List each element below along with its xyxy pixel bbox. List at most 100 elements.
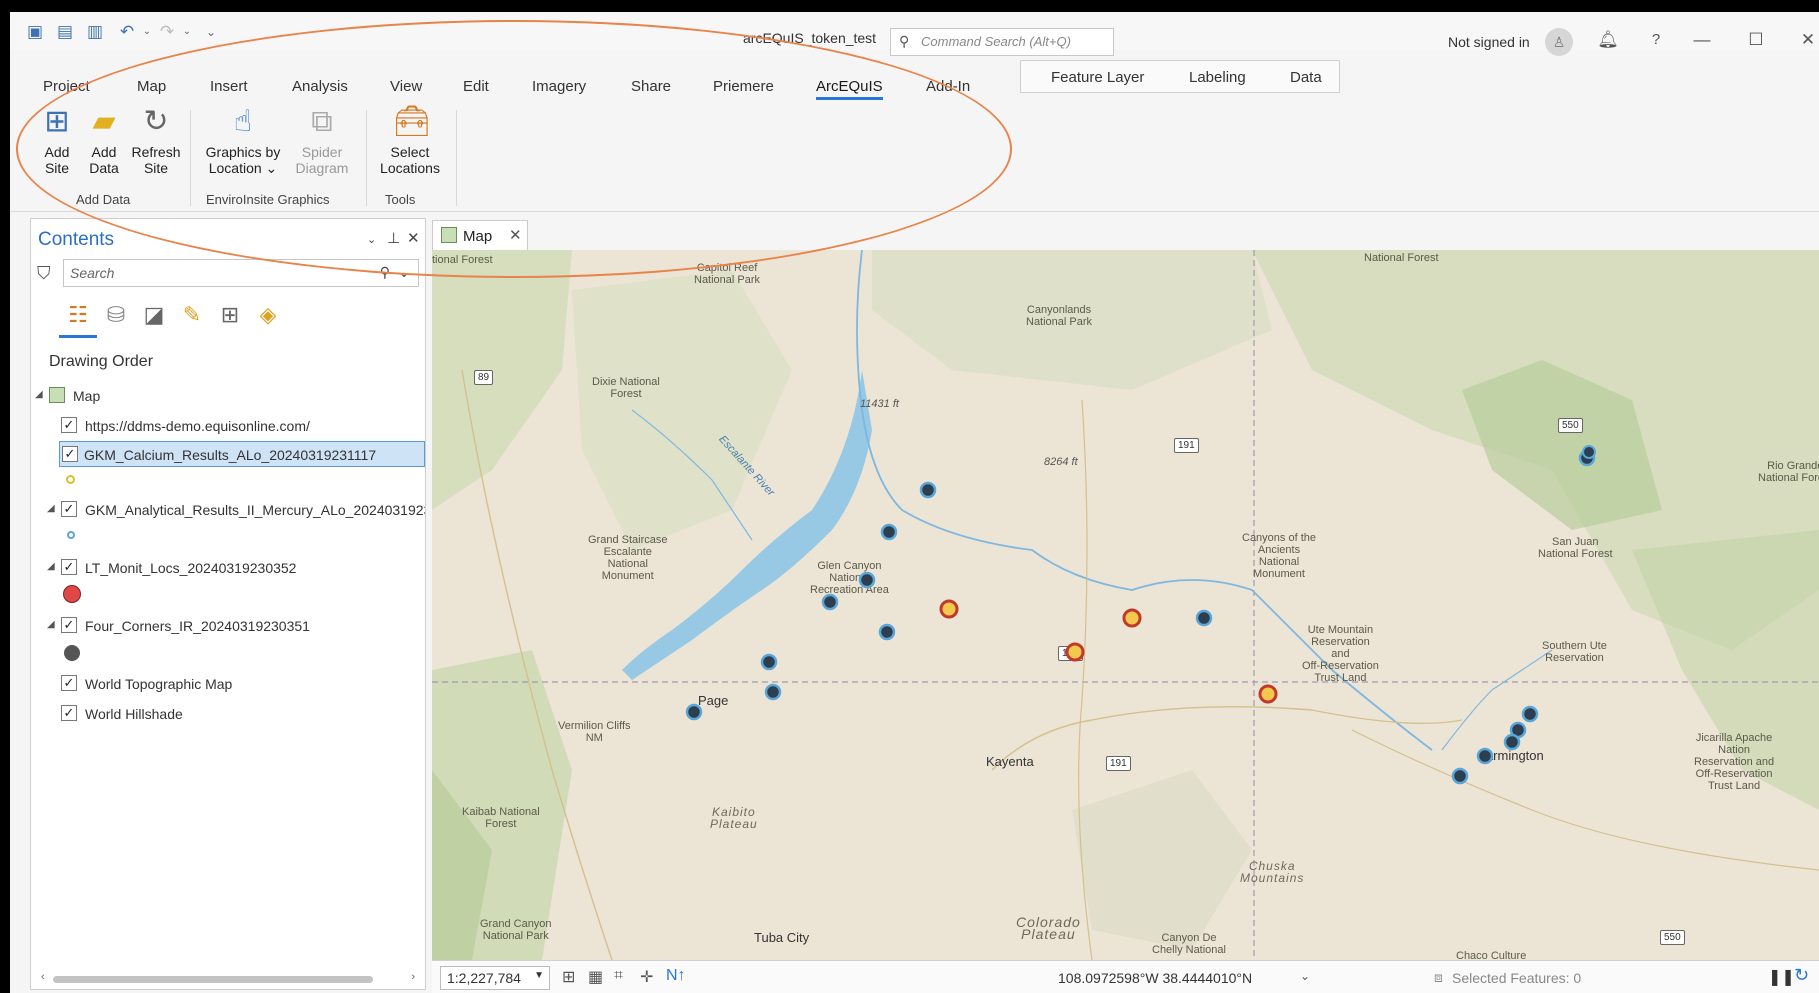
visibility-checkbox[interactable]: ✓ [62,446,78,462]
site-point-dark[interactable] [919,481,937,499]
tab-project[interactable]: Project [43,78,90,95]
chevron-down-icon[interactable]: ▼ [534,970,544,981]
tab-insert[interactable]: Insert [210,78,248,95]
chevron-down-icon[interactable]: ⌄ [398,264,410,281]
open-project-icon[interactable]: ▤ [54,22,76,42]
contents-search-input[interactable]: Search ⚲ ⌄ [63,259,419,287]
list-by-editing-icon[interactable]: ✎ [177,301,207,329]
select-locations-button[interactable]: 🧰︎ Select Locations [374,104,446,176]
tab-labeling[interactable]: Labeling [1189,69,1246,86]
refresh-site-button[interactable]: ↻ Refresh Site [126,104,186,176]
close-window-icon[interactable]: ✕ [1796,28,1819,52]
visibility-checkbox[interactable]: ✓ [61,705,77,721]
tab-imagery[interactable]: Imagery [532,78,586,95]
help-icon[interactable]: ? [1644,28,1668,52]
filter-icon[interactable]: ⛉ [37,263,51,284]
pin-icon[interactable]: ⊥ [387,229,400,247]
site-point-dark[interactable] [1503,733,1521,751]
collapse-icon[interactable]: ◢ [35,389,43,400]
close-pane-icon[interactable]: ✕ [407,229,420,247]
layer-gkm-calcium[interactable]: ◢ ✓ GKM_Calcium_Results_ALo_202403192311… [59,441,425,467]
customize-toolbar-icon[interactable]: ⌄ [200,22,222,42]
undo-icon[interactable]: ↶ [116,22,138,42]
collapse-icon[interactable]: ◢ [47,619,55,630]
site-point-dark[interactable] [880,523,898,541]
list-by-data-source-icon[interactable]: ⛁ [101,301,131,329]
selected-features-count[interactable]: Selected Features: 0 [1452,970,1581,986]
visibility-checkbox[interactable]: ✓ [61,675,77,691]
layer-map[interactable]: ◢ Map [31,383,425,409]
pause-drawing-icon[interactable]: ❚❚ [1768,967,1795,987]
tab-priemere[interactable]: Priemere [713,78,774,95]
site-point-red[interactable] [939,599,959,619]
user-avatar-icon[interactable]: ♙ [1545,28,1573,56]
tab-data[interactable]: Data [1290,69,1322,86]
site-point-red[interactable] [1258,684,1278,704]
command-search-input[interactable]: ⚲ Command Search (Alt+Q) [890,28,1114,56]
list-by-labeling-icon[interactable]: ◈ [253,301,283,329]
site-point-dark[interactable] [1451,767,1469,785]
grid-icon[interactable]: ▦ [588,967,603,987]
layer-world-hillshade[interactable]: ✓ World Hillshade [31,701,425,727]
site-point-dark[interactable] [1582,445,1596,459]
fixed-zoom-icon[interactable]: ⊞ [562,967,575,987]
save-project-icon[interactable]: ▥ [84,22,106,42]
north-arrow-icon[interactable]: N↑ [666,967,686,985]
site-point-dark[interactable] [821,593,839,611]
scrollbar-thumb[interactable] [53,976,373,983]
undo-dropdown-icon[interactable]: ⌄ [136,22,158,42]
site-point-dark[interactable] [858,571,876,589]
site-point-dark[interactable] [1476,747,1494,765]
site-point-dark[interactable] [1521,705,1539,723]
close-tab-icon[interactable]: ✕ [509,226,522,244]
tab-feature-layer[interactable]: Feature Layer [1051,69,1144,86]
list-by-drawing-order-icon[interactable]: ☷ [63,301,93,329]
list-by-snapping-icon[interactable]: ⊞ [215,301,245,329]
map-view[interactable]: tional Forest Capitol Reef National Park … [432,250,1819,960]
tab-add-in[interactable]: Add-In [926,78,970,95]
scroll-left-icon[interactable]: ‹ [41,971,45,983]
pane-options-icon[interactable]: ⌄ [367,233,376,246]
layer-lt-monit-locs[interactable]: ◢ ✓ LT_Monit_Locs_20240319230352 [31,555,425,581]
spider-diagram-button[interactable]: ⧉ Spider Diagram [290,104,354,176]
refresh-map-icon[interactable]: ↻ [1794,965,1809,986]
selected-features-icon[interactable]: ⧈ [1434,969,1443,986]
crosshair-icon[interactable]: ✛ [640,967,653,987]
graphics-by-location-button[interactable]: ☝ Graphics by Location ⌄ [200,104,286,176]
layer-gkm-mercury[interactable]: ◢ ✓ GKM_Analytical_Results_II_Mercury_AL… [31,497,425,523]
site-point-dark[interactable] [685,703,703,721]
map-scale-select[interactable]: 1:2,227,784 ▼ [440,966,550,990]
layer-world-topographic[interactable]: ✓ World Topographic Map [31,671,425,697]
tab-share[interactable]: Share [631,78,671,95]
horizontal-scrollbar[interactable]: ‹ › [41,971,415,985]
maximize-icon[interactable]: ☐ [1744,28,1768,52]
site-point-red[interactable] [1122,608,1142,628]
snapping-icon[interactable]: ⌗ [614,967,623,985]
site-point-dark[interactable] [760,653,778,671]
collapse-icon[interactable]: ◢ [47,561,55,572]
scroll-right-icon[interactable]: › [411,971,415,983]
site-point-red[interactable] [1065,642,1085,662]
site-point-dark[interactable] [1195,609,1213,627]
collapse-icon[interactable]: ◢ [47,503,55,514]
tab-edit[interactable]: Edit [463,78,489,95]
add-data-button[interactable]: ▰ Add Data [82,104,126,176]
tab-view[interactable]: View [390,78,422,95]
tab-map[interactable]: Map [137,78,166,95]
site-point-dark[interactable] [878,623,896,641]
tab-arcequis[interactable]: ArcEQuIS [816,78,883,100]
visibility-checkbox[interactable]: ✓ [61,417,77,433]
minimize-icon[interactable]: — [1690,28,1714,52]
site-point-dark[interactable] [764,683,782,701]
redo-icon[interactable]: ↷ [156,22,178,42]
list-by-selection-icon[interactable]: ◪ [139,301,169,329]
notification-bell-icon[interactable]: 🔔︎ [1596,28,1620,52]
new-project-icon[interactable]: ▣ [24,22,46,42]
map-view-tab[interactable]: Map ✕ [432,220,528,250]
signin-status[interactable]: Not signed in [1448,34,1530,50]
tab-analysis[interactable]: Analysis [292,78,348,95]
coordinate-format-dropdown-icon[interactable]: ⌄ [1300,969,1310,983]
visibility-checkbox[interactable]: ✓ [61,501,77,517]
redo-dropdown-icon[interactable]: ⌄ [176,22,198,42]
visibility-checkbox[interactable]: ✓ [61,559,77,575]
